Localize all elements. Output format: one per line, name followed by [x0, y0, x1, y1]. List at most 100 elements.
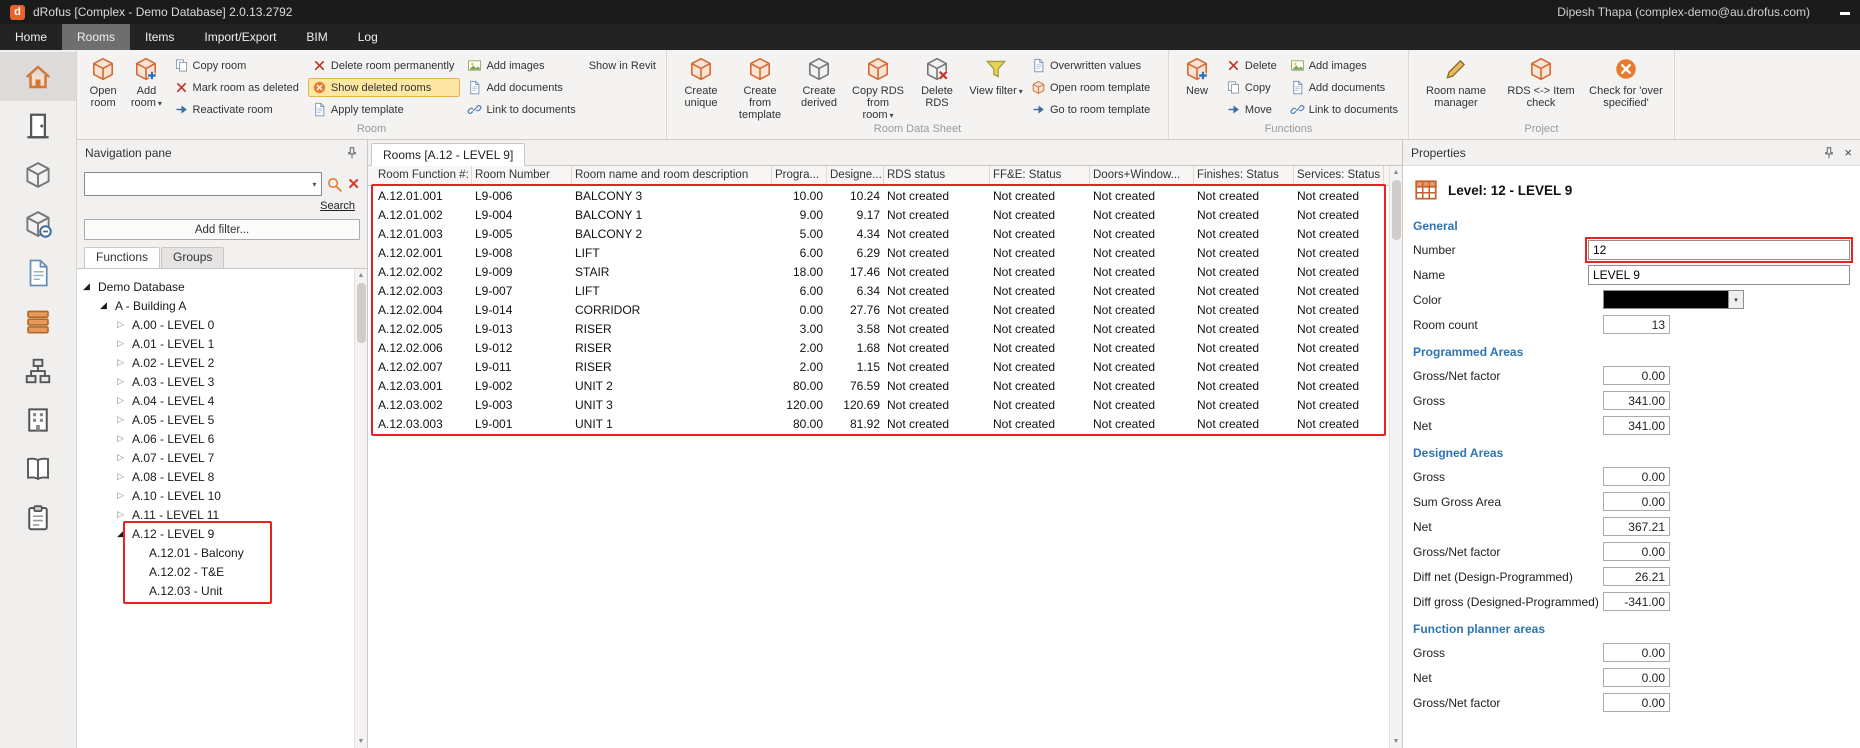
table-row[interactable]: A.12.02.003L9-007LIFT6.006.34Not created…	[375, 281, 1402, 300]
tree-expand-icon[interactable]: ▷	[117, 395, 132, 406]
function-link-documents-button[interactable]: Link to documents	[1286, 100, 1404, 119]
scroll-thumb[interactable]	[357, 283, 366, 343]
create-from-template-button[interactable]: Create from template	[732, 53, 788, 121]
table-row[interactable]: A.12.02.005L9-013RISER3.003.58Not create…	[375, 319, 1402, 338]
scroll-up-icon[interactable]: ▲	[1393, 166, 1400, 179]
scroll-up-icon[interactable]: ▲	[358, 269, 365, 282]
property-value-field[interactable]: -341.00	[1603, 592, 1670, 611]
search-input[interactable]	[85, 173, 307, 195]
tree-collapse-icon[interactable]: ◢	[100, 300, 115, 311]
create-derived-button[interactable]: Create derived	[791, 53, 847, 119]
property-value-field[interactable]: 0.00	[1603, 542, 1670, 561]
new-function-button[interactable]: New	[1175, 53, 1219, 119]
module-documents[interactable]	[0, 248, 76, 297]
table-row[interactable]: A.12.03.001L9-002UNIT 280.0076.59Not cre…	[375, 376, 1402, 395]
table-row[interactable]: A.12.03.003L9-001UNIT 180.0081.92Not cre…	[375, 414, 1402, 433]
module-items[interactable]	[0, 150, 76, 199]
tree-item[interactable]: ◢Demo Database	[77, 277, 367, 296]
tree-expand-icon[interactable]: ▷	[117, 471, 132, 482]
table-row[interactable]: A.12.02.006L9-012RISER2.001.68Not create…	[375, 338, 1402, 357]
column-header[interactable]: RDS status	[884, 166, 990, 185]
link-documents-button[interactable]: Link to documents	[463, 100, 581, 119]
column-header[interactable]: FF&E: Status	[990, 166, 1090, 185]
tree-item[interactable]: ▷A.05 - LEVEL 5	[77, 410, 367, 429]
table-row[interactable]: A.12.02.007L9-011RISER2.001.15Not create…	[375, 357, 1402, 376]
column-header[interactable]: Doors+Window...	[1090, 166, 1194, 185]
add-room-button[interactable]: Add room▾	[126, 53, 166, 119]
tree-item[interactable]: ▷A.10 - LEVEL 10	[77, 486, 367, 505]
column-header[interactable]: Designe...	[827, 166, 884, 185]
table-row[interactable]: A.12.03.002L9-003UNIT 3120.00120.69Not c…	[375, 395, 1402, 414]
property-value-field[interactable]: 341.00	[1603, 416, 1670, 435]
module-systems[interactable]	[0, 199, 76, 248]
tree-item[interactable]: ▷A.01 - LEVEL 1	[77, 334, 367, 353]
property-value-field[interactable]: 367.21	[1603, 517, 1670, 536]
tab-home[interactable]: Home	[0, 24, 62, 50]
tree-item[interactable]: ◢A - Building A	[77, 296, 367, 315]
module-home[interactable]	[0, 52, 76, 101]
add-filter-button[interactable]: Add filter...	[84, 219, 360, 240]
view-filter-button[interactable]: View filter▾	[968, 53, 1024, 119]
create-unique-button[interactable]: Create unique	[673, 53, 729, 119]
scroll-down-icon[interactable]: ▼	[358, 735, 365, 748]
tab-log[interactable]: Log	[343, 24, 393, 50]
tree-item[interactable]: ▷A.04 - LEVEL 4	[77, 391, 367, 410]
close-icon[interactable]: ×	[1844, 145, 1852, 160]
tab-rooms[interactable]: Rooms	[62, 24, 130, 50]
clear-search-icon[interactable]: ✕	[347, 177, 360, 192]
pin-icon[interactable]	[345, 146, 359, 160]
check-over-specified-button[interactable]: Check for 'over specified'	[1585, 53, 1667, 119]
tree-scrollbar[interactable]: ▲ ▼	[354, 269, 367, 748]
copy-room-button[interactable]: Copy room	[170, 56, 305, 75]
property-value-field[interactable]: 0.00	[1603, 467, 1670, 486]
table-row[interactable]: A.12.02.002L9-009STAIR18.0017.46Not crea…	[375, 262, 1402, 281]
tree-expand-icon[interactable]: ▷	[117, 376, 132, 387]
property-value-field[interactable]: 341.00	[1603, 391, 1670, 410]
table-row[interactable]: A.12.01.003L9-005BALCONY 25.004.34Not cr…	[375, 224, 1402, 243]
open-room-template-button[interactable]: Open room template	[1027, 78, 1156, 97]
room-name-manager-button[interactable]: Room name manager	[1415, 53, 1497, 119]
tree-expand-icon[interactable]: ▷	[117, 357, 132, 368]
tree-expand-icon[interactable]: ▷	[117, 452, 132, 463]
open-room-button[interactable]: Open room	[83, 53, 123, 119]
tree-item[interactable]: A.12.02 - T&E	[77, 562, 367, 581]
module-rooms[interactable]	[0, 101, 76, 150]
property-value-field[interactable]: 0.00	[1603, 492, 1670, 511]
property-value-field[interactable]: 0.00	[1603, 366, 1670, 385]
module-buildings[interactable]	[0, 395, 76, 444]
number-input[interactable]	[1588, 240, 1850, 260]
tab-groups[interactable]: Groups	[161, 247, 224, 268]
property-value-field[interactable]: 0.00	[1603, 693, 1670, 712]
search-icon[interactable]	[326, 176, 343, 193]
tree-collapse-icon[interactable]: ◢	[83, 281, 98, 292]
tab-items[interactable]: Items	[130, 24, 189, 50]
scroll-thumb[interactable]	[1392, 180, 1401, 240]
rds-item-check-button[interactable]: RDS <-> Item check	[1500, 53, 1582, 119]
search-link[interactable]: Search	[89, 200, 355, 214]
delete-room-permanently-button[interactable]: Delete room permanently	[308, 56, 461, 75]
module-reports[interactable]	[0, 444, 76, 493]
add-images-button[interactable]: Add images	[463, 56, 581, 75]
tree-expand-icon[interactable]: ▷	[117, 509, 132, 520]
tree-expand-icon[interactable]: ▷	[117, 490, 132, 501]
scroll-down-icon[interactable]: ▼	[1393, 735, 1400, 748]
tree-item[interactable]: ▷A.08 - LEVEL 8	[77, 467, 367, 486]
show-in-revit-button[interactable]: Show in Revit	[585, 56, 662, 75]
tree-item[interactable]: ▷A.07 - LEVEL 7	[77, 448, 367, 467]
mark-room-deleted-button[interactable]: Mark room as deleted	[170, 78, 305, 97]
move-function-button[interactable]: Move	[1222, 100, 1283, 119]
apply-template-button[interactable]: Apply template	[308, 100, 461, 119]
module-specifications[interactable]	[0, 493, 76, 542]
rooms-level-tab[interactable]: Rooms [A.12 - LEVEL 9]	[371, 143, 525, 166]
property-value-field[interactable]: 0.00	[1603, 668, 1670, 687]
module-room-data[interactable]	[0, 297, 76, 346]
pin-icon[interactable]	[1822, 146, 1836, 160]
tree-item[interactable]: ▷A.00 - LEVEL 0	[77, 315, 367, 334]
dropdown-arrow-icon[interactable]: ▾	[1019, 87, 1023, 96]
name-input[interactable]	[1588, 265, 1850, 285]
tab-import-export[interactable]: Import/Export	[189, 24, 291, 50]
tree-item[interactable]: A.12.01 - Balcony	[77, 543, 367, 562]
tree-expand-icon[interactable]: ▷	[117, 414, 132, 425]
tree-item[interactable]: ▷A.02 - LEVEL 2	[77, 353, 367, 372]
color-picker[interactable]: ▾	[1603, 290, 1744, 309]
